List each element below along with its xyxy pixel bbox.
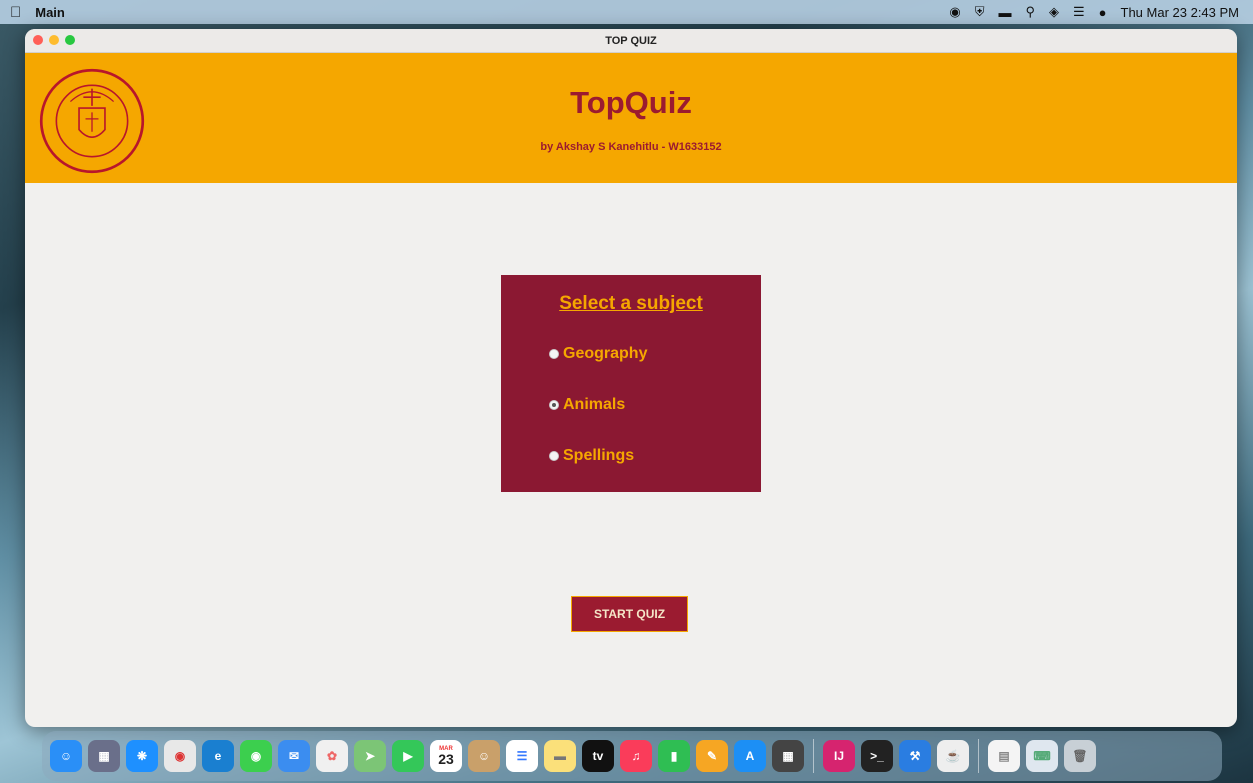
maximize-icon[interactable]: [65, 35, 75, 45]
app-title: TopQuiz: [570, 85, 692, 120]
option-label: Spellings: [563, 447, 635, 464]
university-seal-icon: [39, 68, 145, 174]
preview-icon[interactable]: ▤: [988, 740, 1020, 772]
vpn-icon[interactable]: ◉: [949, 4, 960, 20]
reminders-icon[interactable]: ☰: [506, 740, 538, 772]
dock: ☺ ▦ ❋ ◉ e ◉ ✉ ✿ ➤ ▶ MAR 23 ☺ ☰ ▬ tv ♫ ▮ …: [42, 731, 1222, 781]
finder-icon[interactable]: ☺: [50, 740, 82, 772]
subject-option-geography[interactable]: Geography: [549, 345, 647, 363]
siri-icon[interactable]: ●: [1099, 5, 1107, 20]
facetime-icon[interactable]: ▶: [392, 740, 424, 772]
app-store-icon[interactable]: A: [734, 740, 766, 772]
subject-option-spellings[interactable]: Spellings: [549, 447, 634, 465]
contacts-icon[interactable]: ☺: [468, 740, 500, 772]
subject-panel: Select a subject Geography Animals Spell…: [501, 275, 761, 492]
minimize-icon[interactable]: [49, 35, 59, 45]
radio-spellings[interactable]: [549, 451, 559, 461]
subject-option-animals[interactable]: Animals: [549, 396, 625, 414]
title-bar: TOP QUIZ: [25, 29, 1237, 53]
app-window: TOP QUIZ TopQuiz by Akshay S Kanehitlu -…: [25, 29, 1237, 727]
intellij-icon[interactable]: IJ: [823, 740, 855, 772]
apple-icon[interactable]: : [10, 4, 21, 21]
shield-icon[interactable]: ⛨: [975, 4, 985, 20]
search-icon[interactable]: ⚲: [1025, 4, 1035, 20]
safari-icon[interactable]: ❋: [126, 740, 158, 772]
keyboard-icon[interactable]: ⌨: [1026, 740, 1058, 772]
wifi-icon[interactable]: ◈: [1049, 4, 1059, 20]
maps-icon[interactable]: ➤: [354, 740, 386, 772]
chrome-icon[interactable]: ◉: [164, 740, 196, 772]
tv-icon[interactable]: tv: [582, 740, 614, 772]
photos-icon[interactable]: ✿: [316, 740, 348, 772]
close-icon[interactable]: [33, 35, 43, 45]
menu-app-name[interactable]: Main: [35, 5, 65, 20]
edge-icon[interactable]: e: [202, 740, 234, 772]
xcode-icon[interactable]: ⚒: [899, 740, 931, 772]
menu-bar:  Main ◉ ⛨ ▬ ⚲ ◈ ☰ ● Thu Mar 23 2:43 PM: [0, 0, 1253, 24]
dock-separator: [978, 739, 979, 773]
trash-icon[interactable]: 🗑: [1064, 740, 1096, 772]
notes-icon[interactable]: ▬: [544, 740, 576, 772]
terminal-icon[interactable]: >_: [861, 740, 893, 772]
window-controls: [33, 35, 75, 45]
music-icon[interactable]: ♫: [620, 740, 652, 772]
radio-animals[interactable]: [549, 400, 559, 410]
app-subtitle: by Akshay S Kanehitlu - W1633152: [540, 141, 722, 153]
status-area: ◉ ⛨ ▬ ⚲ ◈ ☰ ● Thu Mar 23 2:43 PM: [949, 4, 1239, 20]
menu-clock[interactable]: Thu Mar 23 2:43 PM: [1121, 5, 1240, 20]
mail-icon[interactable]: ✉: [278, 740, 310, 772]
option-label: Geography: [563, 345, 648, 362]
control-center-icon[interactable]: ☰: [1073, 4, 1085, 20]
option-label: Animals: [563, 396, 626, 413]
numbers-icon[interactable]: ▮: [658, 740, 690, 772]
calculator-icon[interactable]: ▦: [772, 740, 804, 772]
page-header: TopQuiz by Akshay S Kanehitlu - W1633152: [25, 53, 1237, 183]
window-title: TOP QUIZ: [605, 34, 657, 47]
java-icon[interactable]: ☕: [937, 740, 969, 772]
calendar-icon[interactable]: MAR 23: [430, 740, 462, 772]
launchpad-icon[interactable]: ▦: [88, 740, 120, 772]
dock-separator: [813, 739, 814, 773]
start-quiz-button[interactable]: START QUIZ: [571, 596, 688, 632]
pages-icon[interactable]: ✎: [696, 740, 728, 772]
messages-icon[interactable]: ◉: [240, 740, 272, 772]
radio-geography[interactable]: [549, 349, 559, 359]
battery-icon[interactable]: ▬: [998, 5, 1011, 20]
panel-heading: Select a subject: [559, 293, 703, 314]
